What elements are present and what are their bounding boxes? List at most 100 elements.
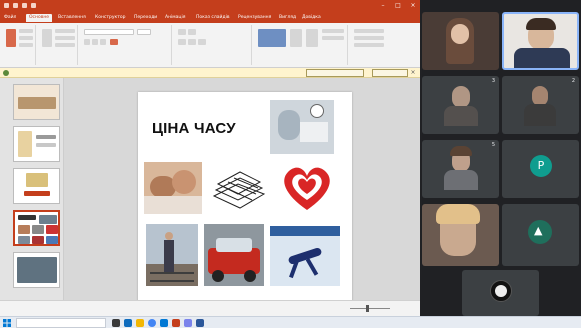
slide-picture-skater[interactable] — [270, 226, 340, 286]
tab-insert[interactable]: Вставлення — [58, 14, 86, 22]
windows-start-icon[interactable] — [3, 319, 11, 327]
teams-icon[interactable] — [184, 319, 192, 327]
numbering-icon[interactable] — [188, 29, 196, 35]
slide-picture-car[interactable] — [204, 224, 264, 286]
close-icon[interactable]: × — [406, 0, 420, 12]
ribbon — [0, 23, 420, 68]
tile-badge: 3 — [491, 78, 495, 84]
slide-thumbnail[interactable] — [13, 84, 60, 120]
slide-thumbnail[interactable] — [13, 126, 60, 162]
italic-icon[interactable] — [92, 39, 98, 45]
maximize-icon[interactable]: □ — [391, 0, 405, 12]
ribbon-group-clipboard — [2, 25, 36, 65]
participant-tile[interactable] — [422, 12, 499, 70]
align-center-icon[interactable] — [188, 39, 196, 45]
title-bar: – □ × — [0, 0, 420, 12]
participant-tile[interactable] — [462, 270, 539, 316]
slide-thumbnails — [0, 78, 64, 300]
slide-picture-reading[interactable] — [270, 100, 334, 154]
layout-icon[interactable] — [55, 29, 75, 33]
tab-help[interactable]: Довідка — [302, 14, 321, 22]
tab-file[interactable]: Файл — [4, 14, 16, 22]
minimize-icon[interactable]: – — [376, 0, 390, 12]
save-icon[interactable] — [13, 3, 18, 8]
paste-icon[interactable] — [6, 29, 16, 47]
slide-picture-heart[interactable] — [276, 162, 338, 214]
tab-review[interactable]: Рецензування — [238, 14, 271, 22]
status-bar — [0, 300, 420, 316]
participant-avatar: P — [530, 155, 552, 177]
tab-animations[interactable]: Анімація — [165, 14, 185, 22]
video-call-grid: 3 2 5 P ▲ — [420, 0, 581, 316]
tab-view[interactable]: Вигляд — [279, 14, 296, 22]
info-icon — [3, 70, 9, 76]
autosave-icon[interactable] — [4, 3, 9, 8]
ribbon-group-paragraph — [174, 25, 252, 65]
explorer-icon[interactable] — [136, 319, 144, 327]
arrange-icon[interactable] — [290, 29, 302, 47]
participant-tile[interactable]: 5 — [422, 140, 499, 198]
copy-icon[interactable] — [19, 36, 33, 40]
message-text — [12, 70, 302, 76]
replace-icon[interactable] — [354, 36, 384, 40]
zoom-slider[interactable] — [350, 308, 390, 309]
reset-icon[interactable] — [55, 36, 75, 40]
cut-icon[interactable] — [19, 29, 33, 33]
shapes-gallery[interactable] — [258, 29, 286, 47]
font-family-select[interactable] — [84, 29, 134, 35]
chrome-icon[interactable] — [148, 319, 156, 327]
ribbon-group-editing — [350, 25, 416, 65]
task-view-icon[interactable] — [112, 319, 120, 327]
message-action-button[interactable] — [306, 69, 364, 77]
align-right-icon[interactable] — [198, 39, 206, 45]
tab-design[interactable]: Конструктор — [95, 14, 125, 22]
participant-tile[interactable]: 3 — [422, 76, 499, 134]
format-painter-icon[interactable] — [19, 43, 33, 47]
edge-icon[interactable] — [124, 319, 132, 327]
word-icon[interactable] — [196, 319, 204, 327]
message-secondary-button[interactable] — [372, 69, 408, 77]
bullets-icon[interactable] — [178, 29, 186, 35]
slide-thumbnail[interactable] — [13, 252, 60, 288]
participant-tile[interactable]: P — [502, 140, 579, 198]
find-icon[interactable] — [354, 29, 384, 33]
undo-icon[interactable] — [22, 3, 27, 8]
slide-title: ЦІНА ЧАСУ — [152, 120, 236, 137]
zoom-slider-handle[interactable] — [366, 305, 369, 312]
participant-tile[interactable]: ▲ — [502, 204, 579, 266]
slide-picture-newspapers[interactable] — [208, 166, 270, 214]
slide-thumbnail[interactable] — [13, 168, 60, 204]
ribbon-group-drawing — [254, 25, 348, 65]
underline-icon[interactable] — [100, 39, 106, 45]
screen: – □ × Файл Основне Вставлення Конструкто… — [0, 0, 581, 328]
store-icon[interactable] — [160, 319, 168, 327]
tab-home[interactable]: Основне — [26, 14, 53, 22]
bold-icon[interactable] — [84, 39, 90, 45]
window-title — [150, 1, 270, 11]
participant-tile[interactable]: 2 — [502, 76, 579, 134]
font-size-select[interactable] — [137, 29, 151, 35]
section-icon[interactable] — [55, 43, 75, 47]
select-icon[interactable] — [354, 43, 384, 47]
system-tray[interactable] — [476, 319, 576, 327]
taskbar-search-input[interactable] — [16, 318, 106, 328]
align-left-icon[interactable] — [178, 39, 186, 45]
tile-badge: 5 — [491, 142, 495, 148]
new-slide-icon[interactable] — [42, 29, 52, 47]
tab-transitions[interactable]: Переходи — [134, 14, 157, 22]
ribbon-group-slides — [38, 25, 78, 65]
participant-tile-active[interactable] — [502, 12, 579, 70]
slide-thumbnail-current[interactable] — [13, 210, 60, 246]
current-slide[interactable]: ЦІНА ЧАСУ — [138, 92, 352, 302]
shape-fill-icon[interactable] — [322, 29, 344, 33]
font-color-icon[interactable] — [110, 39, 118, 45]
slide-picture-railway[interactable] — [146, 224, 198, 286]
tab-slideshow[interactable]: Показ слайдів — [196, 14, 229, 22]
powerpoint-taskbar-icon[interactable] — [172, 319, 180, 327]
taskbar — [0, 316, 581, 328]
shape-outline-icon[interactable] — [322, 36, 344, 40]
quick-styles-icon[interactable] — [306, 29, 318, 47]
participant-tile[interactable] — [422, 204, 499, 266]
slide-picture-sleeping[interactable] — [144, 162, 202, 214]
redo-icon[interactable] — [31, 3, 36, 8]
